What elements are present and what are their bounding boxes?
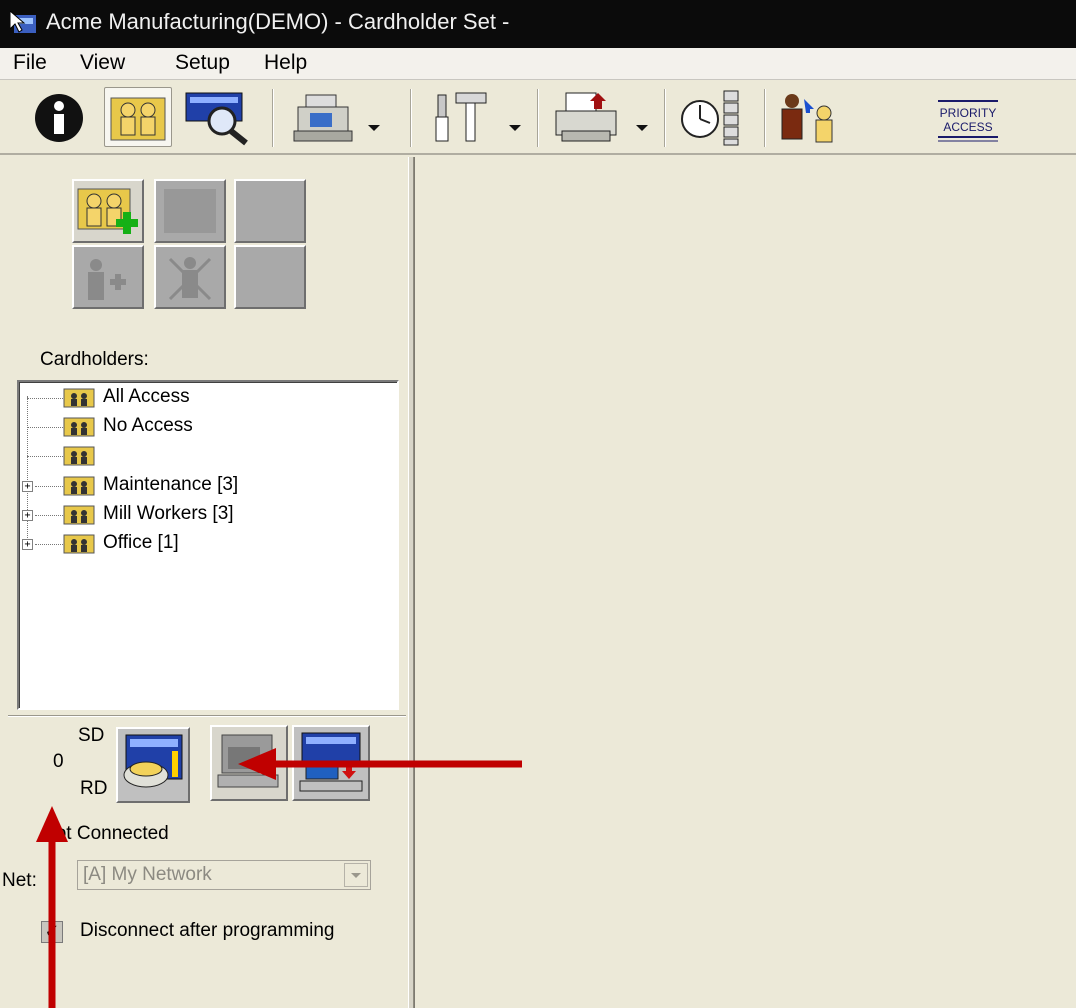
download-to-controller-icon: [299, 732, 363, 792]
panel-divider: [8, 715, 406, 717]
rd-label: RD: [80, 778, 108, 799]
download-button[interactable]: [292, 725, 370, 801]
disconnect-checkbox[interactable]: ✓: [41, 921, 63, 943]
cardholder-folder-icon: [63, 534, 95, 554]
cardholders-icon: [110, 97, 166, 141]
controller-search-button[interactable]: [180, 87, 256, 147]
controller-status-button[interactable]: [210, 725, 288, 801]
menu-bar: File View Setup Help: [0, 48, 1076, 80]
tree-item[interactable]: No Access: [23, 413, 323, 441]
window-title: Acme Manufacturing(DEMO) - Cardholder Se…: [46, 9, 510, 34]
expand-icon[interactable]: +: [22, 539, 33, 550]
add-person-icon: [88, 259, 126, 300]
chevron-down-icon[interactable]: [509, 125, 521, 131]
tree-item[interactable]: + Mill Workers [3]: [22, 501, 323, 529]
blank-button[interactable]: [234, 179, 306, 243]
delete-cardholder-button[interactable]: [154, 245, 226, 309]
tree-item-label: No Access: [103, 415, 193, 436]
expand-icon[interactable]: +: [22, 510, 33, 521]
tools-icon: [435, 92, 487, 142]
info-button[interactable]: [28, 87, 92, 147]
cardholder-set-icon: [164, 189, 216, 233]
communications-button[interactable]: [288, 87, 380, 147]
schedules-button[interactable]: [676, 87, 756, 147]
cardholder-transfer-button[interactable]: [772, 87, 852, 147]
toolbar-separator: [537, 89, 539, 147]
menu-file[interactable]: File: [13, 51, 47, 75]
info-icon: [35, 94, 83, 142]
tree-item-label: Office [1]: [103, 532, 179, 553]
tree-connector: [35, 544, 63, 545]
priority-access-icon: PRIORITY ACCESS: [938, 100, 998, 142]
app-icon: [9, 9, 38, 41]
print-reports-button[interactable]: [550, 87, 654, 147]
chevron-down-icon: [351, 873, 361, 878]
add-cardholder-set-button[interactable]: [72, 179, 144, 243]
chevron-down-icon[interactable]: [636, 125, 648, 131]
priority-access-line2: ACCESS: [943, 120, 992, 134]
cardholders-button[interactable]: [104, 87, 172, 147]
dial-connect-icon: [123, 734, 183, 788]
controller-search-icon: [185, 92, 248, 146]
network-select-value: [A] My Network: [83, 864, 212, 885]
tree-connector: [35, 515, 63, 516]
tree-item[interactable]: + Office [1]: [22, 530, 323, 558]
cardholders-label: Cardholders:: [40, 349, 149, 370]
tree-connector: [27, 398, 63, 399]
clock-schedule-icon: [681, 90, 739, 146]
tree-connector: [27, 456, 63, 457]
menu-help[interactable]: Help: [264, 51, 307, 75]
controller-status-icon: [217, 734, 279, 788]
main-content-pane: [414, 157, 1076, 1008]
network-select[interactable]: [A] My Network: [77, 860, 371, 890]
connection-status: Not Connected: [42, 823, 169, 844]
tools-button[interactable]: [426, 87, 526, 147]
connect-button[interactable]: [116, 727, 190, 803]
priority-access-button[interactable]: PRIORITY ACCESS: [930, 87, 1006, 147]
pc-communications-icon: [293, 94, 353, 142]
toolbar-separator: [764, 89, 766, 147]
tree-connector: [35, 486, 63, 487]
tree-item[interactable]: All Access: [23, 384, 323, 412]
tree-item[interactable]: [23, 442, 323, 470]
tree-item-label: All Access: [103, 386, 190, 407]
tree-connector: [27, 427, 63, 428]
expand-icon[interactable]: +: [22, 481, 33, 492]
main-toolbar: PRIORITY ACCESS: [0, 81, 1076, 155]
add-cardholder-button[interactable]: [72, 245, 144, 309]
add-cardholder-set-icon: [77, 188, 138, 234]
cardholder-folder-icon: [63, 417, 95, 437]
toolbar-separator: [664, 89, 666, 147]
toolbar-separator: [410, 89, 412, 147]
toolbar-separator: [272, 89, 274, 147]
tree-item-label: Mill Workers [3]: [103, 503, 234, 524]
sd-label: SD: [78, 725, 105, 746]
cardholder-folder-icon: [63, 388, 95, 408]
cardholder-folder-icon: [63, 505, 95, 525]
printer-icon: [555, 92, 617, 142]
cardholder-folder-icon: [63, 476, 95, 496]
cardholder-transfer-icon: [781, 94, 833, 143]
application-window: Acme Manufacturing(DEMO) - Cardholder Se…: [0, 0, 1076, 1008]
cardholder-folder-icon: [63, 446, 95, 466]
blank-button[interactable]: [234, 245, 306, 309]
tree-item-label: Maintenance [3]: [103, 474, 239, 495]
priority-access-line1: PRIORITY: [940, 106, 997, 120]
net-label: Net:: [2, 870, 37, 891]
delete-person-icon: [168, 257, 212, 301]
menu-setup[interactable]: Setup: [175, 51, 230, 75]
disconnect-label: Disconnect after programming: [80, 920, 335, 941]
left-panel: Cardholders: All Access No Access + Main…: [0, 157, 408, 1008]
dropdown-button[interactable]: [344, 863, 368, 887]
cardholder-tree[interactable]: All Access No Access + Maintenance [3] +: [17, 380, 399, 710]
tree-item[interactable]: + Maintenance [3]: [22, 472, 323, 500]
sent-count: 0: [53, 751, 64, 772]
menu-view[interactable]: View: [80, 51, 125, 75]
chevron-down-icon[interactable]: [368, 125, 380, 131]
title-bar: Acme Manufacturing(DEMO) - Cardholder Se…: [0, 0, 1076, 48]
edit-cardholder-set-button[interactable]: [154, 179, 226, 243]
